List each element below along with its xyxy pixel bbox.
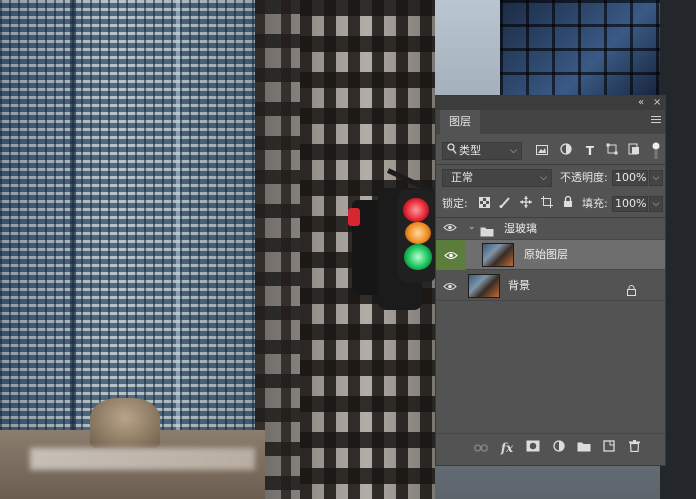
green-lamp xyxy=(404,244,432,270)
type-filter-icon[interactable]: T xyxy=(582,143,598,159)
red-lamp-left xyxy=(348,208,360,226)
layer-row-group[interactable]: ⌄ 湿玻璃 xyxy=(436,218,665,240)
sculpture xyxy=(90,398,160,448)
red-lamp xyxy=(403,198,429,222)
eye-icon[interactable] xyxy=(442,222,458,236)
adjustment-icon[interactable] xyxy=(551,440,567,456)
amber-lamp xyxy=(405,222,431,244)
glass-tower xyxy=(0,0,262,440)
mask-icon[interactable] xyxy=(525,440,541,456)
lock-label: 锁定: xyxy=(442,197,468,210)
lock-position-icon[interactable] xyxy=(518,196,534,212)
lock-row: 锁定: 填充: 100% ⌵ xyxy=(436,194,665,214)
layer-thumbnail[interactable] xyxy=(468,274,500,298)
smart-object-filter-icon[interactable] xyxy=(626,143,642,159)
filter-toggle[interactable] xyxy=(648,141,664,159)
tower-edge-highlight xyxy=(176,0,180,440)
panel-tabs: 图层 xyxy=(436,110,665,134)
layer-name[interactable]: 原始图层 xyxy=(524,240,568,270)
opacity-input[interactable]: 100% xyxy=(612,170,648,186)
layer-thumbnail[interactable] xyxy=(482,243,514,267)
new-layer-icon[interactable] xyxy=(601,440,617,456)
layer-name[interactable]: 湿玻璃 xyxy=(504,218,537,240)
layer-row-selected[interactable]: 原始图层 xyxy=(436,240,665,270)
blurred-watermark xyxy=(30,448,255,470)
close-button[interactable]: × xyxy=(653,97,661,109)
chevron-down-icon: ⌵ xyxy=(510,146,517,156)
eye-icon[interactable] xyxy=(442,281,458,295)
blend-row: 正常 ⌵ 不透明度: 100% ⌵ xyxy=(436,168,665,188)
folder-icon[interactable] xyxy=(576,440,592,456)
dark-glass-building xyxy=(500,0,660,100)
panel-bottom-bar: fx xyxy=(436,433,665,462)
divider xyxy=(436,164,665,165)
tower-edge xyxy=(70,0,76,440)
lock-image-pixels-icon[interactable] xyxy=(497,196,513,212)
filter-row: 类型 ⌵ T xyxy=(436,141,665,161)
layer-name[interactable]: 背景 xyxy=(508,271,530,301)
chevron-down-icon: ⌵ xyxy=(540,173,547,183)
panel-menu-icon[interactable] xyxy=(651,116,661,126)
panel-titlebar: « × xyxy=(436,96,665,110)
blend-mode-dropdown[interactable]: 正常 ⌵ xyxy=(442,169,552,187)
link-icon[interactable] xyxy=(473,440,489,456)
fill-slider-toggle[interactable]: ⌵ xyxy=(649,196,663,212)
fill-input[interactable]: 100% xyxy=(612,196,648,212)
adjustment-filter-icon[interactable] xyxy=(558,143,574,159)
opacity-slider-toggle[interactable]: ⌵ xyxy=(649,170,663,186)
layers-panel: « × 图层 类型 ⌵ T 正常 ⌵ 不透明度: 100% ⌵ 锁定: 填充: … xyxy=(435,95,666,466)
tab-layers[interactable]: 图层 xyxy=(440,110,480,134)
collapse-button[interactable]: « xyxy=(638,97,644,109)
filter-kind-value: 类型 xyxy=(459,144,481,157)
chevron-down-icon[interactable]: ⌄ xyxy=(468,222,476,232)
eye-icon[interactable] xyxy=(443,250,459,264)
search-icon xyxy=(447,143,457,160)
image-filter-icon[interactable] xyxy=(534,143,550,159)
fx-icon[interactable]: fx xyxy=(499,440,515,456)
fill-label: 填充: xyxy=(582,197,608,210)
filter-kind-dropdown[interactable]: 类型 ⌵ xyxy=(442,142,522,160)
folder-icon xyxy=(480,222,494,241)
lock-icon xyxy=(627,281,636,300)
lock-artboard-icon[interactable] xyxy=(539,196,555,212)
lock-all-icon[interactable] xyxy=(560,195,576,212)
shape-filter-icon[interactable] xyxy=(604,143,620,159)
trash-icon[interactable] xyxy=(626,440,642,456)
lock-transparent-pixels-icon[interactable] xyxy=(476,196,492,212)
opacity-label: 不透明度: xyxy=(560,171,608,184)
blend-mode-value: 正常 xyxy=(451,171,473,184)
layer-row-background[interactable]: 背景 xyxy=(436,271,665,301)
visibility-cell[interactable] xyxy=(436,240,466,270)
